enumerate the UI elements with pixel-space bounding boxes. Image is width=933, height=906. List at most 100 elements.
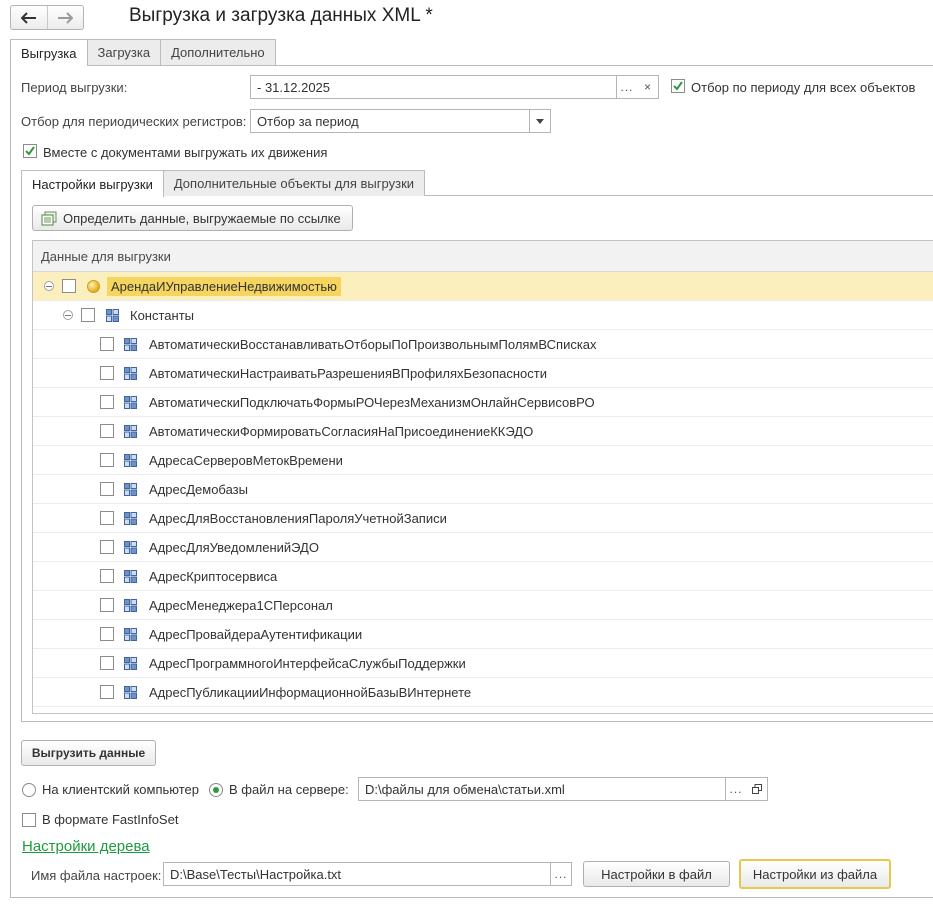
tree-row-item[interactable]: АдресДляВосстановленияПароляУчетнойЗапис… <box>33 504 933 533</box>
filter-all-objects-checkbox[interactable]: Отбор по периоду для всех объектов <box>671 79 915 96</box>
constant-icon <box>124 511 137 525</box>
define-by-reference-label: Определить данные, выгружаемые по ссылке <box>63 210 341 226</box>
item-checkbox[interactable] <box>100 337 114 351</box>
fastinfoset-checkbox[interactable]: В формате FastInfoSet <box>22 812 178 827</box>
period-select-button[interactable]: ... <box>616 75 638 99</box>
window-title: Выгрузка и загрузка данных XML * <box>129 5 433 26</box>
server-file-open-button[interactable] <box>746 777 768 801</box>
tree-item-label: АдресКриптосервиса <box>149 568 278 584</box>
radio-off-icon <box>22 782 36 797</box>
item-checkbox[interactable] <box>100 366 114 380</box>
chevron-down-icon <box>536 118 544 124</box>
tree-row-item[interactable]: АвтоматическиПодключатьФормыРОЧерезМехан… <box>33 388 933 417</box>
tree-row-item[interactable]: АвтоматическиВосстанавливатьОтборыПоПрои… <box>33 330 933 359</box>
constant-icon <box>124 395 137 409</box>
settings-file-field[interactable]: D:\Base\Тесты\Настройка.txt <box>163 862 551 886</box>
period-label: Период выгрузки: <box>21 80 128 95</box>
tab-additional-objects[interactable]: Дополнительные объекты для выгрузки <box>162 170 426 196</box>
tree-row-item[interactable]: АдресаСерверовМетокВремени <box>33 446 933 475</box>
main-tabs: Выгрузка Загрузка Дополнительно <box>10 39 276 66</box>
constant-icon <box>124 656 137 670</box>
settings-from-file-button[interactable]: Настройки из файла <box>739 859 891 889</box>
item-checkbox[interactable] <box>100 424 114 438</box>
constant-icon <box>124 453 137 467</box>
checkmark-icon <box>23 144 37 161</box>
tree-item-label: АдресДляУведомленийЭДО <box>149 539 319 555</box>
forward-button[interactable] <box>46 6 84 29</box>
open-window-icon <box>751 784 762 794</box>
periodic-registers-label: Отбор для периодических регистров: <box>21 114 247 129</box>
settings-file-label: Имя файла настроек: <box>31 868 162 883</box>
tree-settings-link[interactable]: Настройки дерева <box>22 838 150 855</box>
item-checkbox[interactable] <box>100 453 114 467</box>
tree-row-item[interactable]: АдресПубликацииИнформационнойБазыВИнтерн… <box>33 678 933 707</box>
data-link-icon <box>41 211 57 225</box>
tab-additional[interactable]: Дополнительно <box>160 39 276 65</box>
tree-item-label: АвтоматическиПодключатьФормыРОЧерезМехан… <box>149 394 595 410</box>
item-checkbox[interactable] <box>100 627 114 641</box>
periodic-registers-dropdown-button[interactable] <box>529 109 551 133</box>
tree-row-root[interactable]: АрендаИУправлениеНедвижимостью <box>33 272 933 301</box>
back-button[interactable] <box>11 6 47 29</box>
tree-row-item[interactable]: АдресПровайдераАутентификации <box>33 620 933 649</box>
tree-item-label: АвтоматическиФормироватьСогласияНаПрисое… <box>149 423 534 439</box>
collapse-toggle-icon[interactable] <box>63 310 73 320</box>
server-file-path-field[interactable]: D:\файлы для обмена\статьи.xml <box>358 777 726 801</box>
tree-root-label: АрендаИУправлениеНедвижимостью <box>107 276 341 296</box>
settings-file-select-button[interactable]: ... <box>550 862 572 886</box>
constant-icon <box>124 627 137 641</box>
tree-row-group[interactable]: Константы <box>33 301 933 330</box>
tree-row-item[interactable]: АвтоматическиФормироватьСогласияНаПрисое… <box>33 417 933 446</box>
item-checkbox[interactable] <box>100 482 114 496</box>
tab-import[interactable]: Загрузка <box>86 39 162 65</box>
settings-to-file-button[interactable]: Настройки в файл <box>583 861 730 887</box>
item-checkbox[interactable] <box>100 395 114 409</box>
client-computer-label: На клиентский компьютер <box>42 782 199 797</box>
tree-item-label: АдресаСерверовМетокВремени <box>149 452 343 468</box>
server-file-label: В файл на сервере: <box>229 782 349 797</box>
item-checkbox[interactable] <box>100 685 114 699</box>
arrow-right-icon <box>58 11 74 24</box>
tree-row-item[interactable]: АдресКриптосервиса <box>33 562 933 591</box>
server-file-select-button[interactable]: ... <box>725 777 747 801</box>
export-data-tree: Данные для выгрузки АрендаИУправлениеНед… <box>32 240 933 714</box>
tree-item-label: АдресПровайдераАутентификации <box>149 626 363 642</box>
server-file-radio[interactable]: В файл на сервере: <box>209 782 349 797</box>
define-by-reference-button[interactable]: Определить данные, выгружаемые по ссылке <box>32 205 353 231</box>
export-data-button[interactable]: Выгрузить данные <box>21 740 156 766</box>
tab-export[interactable]: Выгрузка <box>10 39 88 66</box>
item-checkbox[interactable] <box>100 569 114 583</box>
with-movements-checkbox[interactable]: Вместе с документами выгружать их движен… <box>23 144 327 161</box>
inner-tabs: Настройки выгрузки Дополнительные объект… <box>21 170 426 197</box>
item-checkbox[interactable] <box>100 598 114 612</box>
tree-row-item[interactable]: АдресДемобазы <box>33 475 933 504</box>
tree-item-label: АдресПрограммногоИнтерфейсаСлужбыПоддерж… <box>149 655 466 671</box>
configuration-icon <box>87 279 100 293</box>
item-checkbox[interactable] <box>100 511 114 525</box>
period-clear-button[interactable]: × <box>637 75 659 99</box>
item-checkbox[interactable] <box>100 540 114 554</box>
fastinfoset-label: В формате FastInfoSet <box>42 812 179 827</box>
periodic-registers-select[interactable]: Отбор за период <box>250 109 530 133</box>
tree-row-item[interactable]: АдресДляУведомленийЭДО <box>33 533 933 562</box>
constant-icon <box>124 337 137 351</box>
tree-item-label: АдресДляВосстановленияПароляУчетнойЗапис… <box>149 510 447 526</box>
radio-on-icon <box>209 782 223 797</box>
period-field[interactable]: - 31.12.2025 <box>250 75 617 99</box>
group-checkbox[interactable] <box>81 308 95 322</box>
item-checkbox[interactable] <box>100 656 114 670</box>
arrow-left-icon <box>20 11 36 24</box>
tree-item-label: АдресМенеджера1СПерсонал <box>149 597 333 613</box>
tree-row-item[interactable]: АдресМенеджера1СПерсонал <box>33 591 933 620</box>
constants-icon <box>106 308 119 322</box>
client-computer-radio[interactable]: На клиентский компьютер <box>22 782 199 797</box>
tab-export-settings[interactable]: Настройки выгрузки <box>21 170 164 197</box>
root-checkbox[interactable] <box>62 279 76 293</box>
constant-icon <box>124 424 137 438</box>
tree-item-label: АдресДемобазы <box>149 481 248 497</box>
tree-header: Данные для выгрузки <box>33 241 933 272</box>
filter-all-objects-label: Отбор по периоду для всех объектов <box>691 80 916 95</box>
collapse-toggle-icon[interactable] <box>44 281 54 291</box>
tree-row-item[interactable]: АвтоматическиНастраиватьРазрешенияВПрофи… <box>33 359 933 388</box>
tree-row-item[interactable]: АдресПрограммногоИнтерфейсаСлужбыПоддерж… <box>33 649 933 678</box>
